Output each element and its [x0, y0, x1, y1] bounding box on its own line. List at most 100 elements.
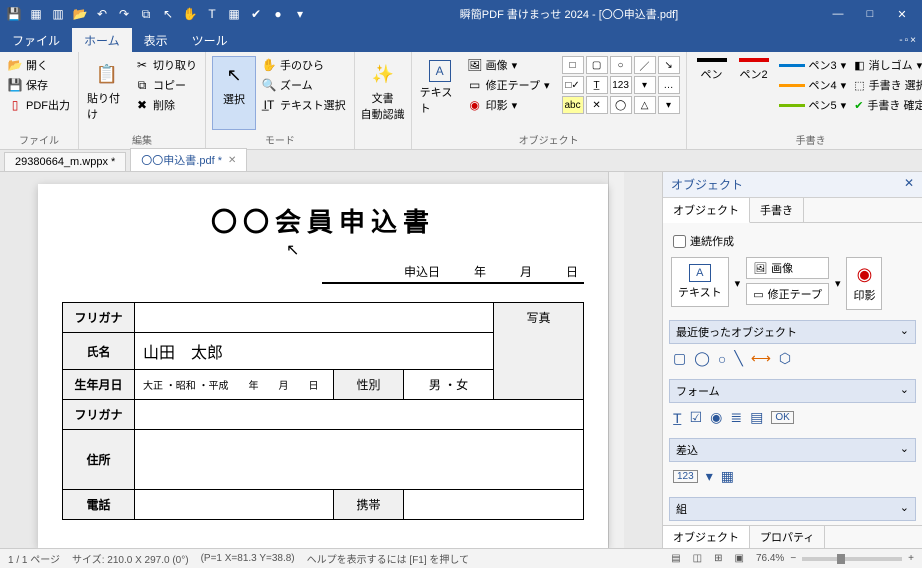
- merge-field-button[interactable]: 123: [673, 470, 698, 483]
- qat-undo-icon[interactable]: ↶: [94, 6, 110, 22]
- hand-select-button[interactable]: ⬚手書き 選択: [852, 76, 922, 94]
- dropdown-icon[interactable]: ▾: [917, 59, 922, 72]
- qat-redo-icon[interactable]: ↷: [116, 6, 132, 22]
- shape-check-button[interactable]: □✓: [562, 76, 584, 94]
- shape-line-button[interactable]: ／: [634, 56, 656, 74]
- qat-image-icon[interactable]: ▦: [226, 6, 242, 22]
- form-list-button[interactable]: ≣: [730, 409, 742, 426]
- pen2-button[interactable]: ペン2: [735, 56, 773, 130]
- delete-button[interactable]: ✖削除: [133, 96, 199, 114]
- gender-cell[interactable]: 男 ・女: [404, 370, 494, 400]
- doc-tab-2[interactable]: 〇〇申込書.pdf *✕: [130, 148, 247, 171]
- text-select-button[interactable]: I̲Tテキスト選択: [260, 96, 348, 114]
- shape-arrow-button[interactable]: ↘: [658, 56, 680, 74]
- furigana-cell[interactable]: [135, 303, 494, 333]
- menu-tool[interactable]: ツール: [180, 28, 240, 53]
- dropdown-icon[interactable]: ▾: [841, 59, 847, 72]
- dropdown-icon[interactable]: ▾: [512, 59, 518, 72]
- qat-arrow-icon[interactable]: ↖: [160, 6, 176, 22]
- dropdown-icon[interactable]: ▾: [544, 79, 550, 92]
- pen1-button[interactable]: ペン: [693, 56, 731, 130]
- pen3-button[interactable]: ペン3▾: [777, 56, 849, 74]
- eraser-button[interactable]: ◧消しゴム▾: [852, 56, 922, 74]
- status-icon-2[interactable]: ◫: [693, 553, 702, 564]
- save-button[interactable]: 💾保存: [6, 76, 72, 94]
- qat-text-icon[interactable]: T: [204, 6, 220, 22]
- address-cell[interactable]: [135, 430, 584, 490]
- cut-button[interactable]: ✂切り取り: [133, 56, 199, 74]
- minimize-button[interactable]: —: [824, 8, 852, 21]
- recent-dim-button[interactable]: ⟷: [751, 350, 771, 367]
- sp-text-button[interactable]: A テキスト: [671, 257, 729, 307]
- qat-new2-icon[interactable]: ▥: [50, 6, 66, 22]
- select-mode-button[interactable]: ↖ 選択: [212, 56, 256, 130]
- open-button[interactable]: 📂開く: [6, 56, 72, 74]
- image-object-button[interactable]: 🖼画像▾: [466, 56, 552, 74]
- bottom-tab-property[interactable]: プロパティ: [750, 526, 825, 548]
- form-text-button[interactable]: T̲: [673, 410, 682, 426]
- qat-copy-icon[interactable]: ⧉: [138, 6, 154, 22]
- status-icon-4[interactable]: ▣: [735, 553, 744, 564]
- continuous-checkbox-input[interactable]: [673, 235, 686, 248]
- panel-close-icon[interactable]: ✕: [904, 176, 914, 193]
- tab-object[interactable]: オブジェクト: [663, 198, 750, 223]
- recent-circle-button[interactable]: ○: [718, 351, 726, 367]
- sp-section-more[interactable]: 組⌄: [669, 497, 916, 521]
- photo-cell[interactable]: 写真: [494, 303, 584, 400]
- zoom-out-button[interactable]: −: [790, 553, 796, 564]
- qat-stamp-icon[interactable]: ●: [270, 6, 286, 22]
- form-ok-button[interactable]: OK: [771, 411, 793, 424]
- name-cell[interactable]: 山田 太郎: [135, 333, 494, 370]
- zoom-in-button[interactable]: +: [908, 553, 914, 564]
- recent-ellipse-button[interactable]: ◯: [694, 350, 710, 367]
- continuous-checkbox[interactable]: 連続作成: [669, 229, 916, 253]
- qat-more-icon[interactable]: ▾: [292, 6, 308, 22]
- merge-table-button[interactable]: ▦: [721, 468, 734, 485]
- doc-tab-1[interactable]: 29380664_m.wppx *: [4, 152, 126, 171]
- sp-section-recent[interactable]: 最近使ったオブジェクト⌄: [669, 320, 916, 344]
- recent-line-button[interactable]: ╲: [734, 350, 742, 367]
- vertical-scrollbar[interactable]: [608, 172, 624, 548]
- shape-roundrect-button[interactable]: ▢: [586, 56, 608, 74]
- shape-textfield-button[interactable]: T̲: [586, 76, 608, 94]
- shape-dropdown-button[interactable]: ▾: [634, 76, 656, 94]
- pen4-button[interactable]: ペン4▾: [777, 76, 849, 94]
- copy-button[interactable]: ⧉コピー: [133, 76, 199, 94]
- form-check-button[interactable]: ☑: [690, 409, 703, 426]
- recent-poly-button[interactable]: ⬡: [779, 350, 791, 367]
- hand-confirm-button[interactable]: ✔手書き 確定: [852, 96, 922, 114]
- mdi-minimize-icon[interactable]: -: [899, 35, 902, 46]
- bottom-tab-object[interactable]: オブジェクト: [663, 526, 750, 548]
- shape-circle-button[interactable]: ◯: [610, 96, 632, 114]
- zoom-slider-thumb[interactable]: [837, 554, 845, 564]
- pdf-export-button[interactable]: ▯PDF出力: [6, 96, 72, 114]
- menu-view[interactable]: 表示: [132, 28, 180, 53]
- tab-handwrite[interactable]: 手書き: [750, 198, 804, 222]
- dropdown-icon[interactable]: ▾: [841, 99, 847, 112]
- mobile-cell[interactable]: [404, 490, 584, 520]
- addr-furigana-cell[interactable]: [135, 400, 584, 430]
- dropdown-icon[interactable]: ▾: [512, 99, 518, 112]
- auto-recognize-button[interactable]: ✨ 文書 自動認識: [361, 56, 405, 134]
- hand-mode-button[interactable]: ✋手のひら: [260, 56, 348, 74]
- dropdown-icon[interactable]: ▾: [706, 468, 713, 485]
- stamp-object-button[interactable]: ◉印影▾: [466, 96, 552, 114]
- status-icon-3[interactable]: ⊞: [714, 553, 722, 564]
- phone-cell[interactable]: [135, 490, 334, 520]
- menu-file[interactable]: ファイル: [0, 28, 72, 53]
- paste-button[interactable]: 📋 貼り付け: [85, 56, 129, 130]
- tape-object-button[interactable]: ▭修正テープ▾: [466, 76, 552, 94]
- qat-save-icon[interactable]: 💾: [6, 6, 22, 22]
- qat-open-icon[interactable]: 📂: [72, 6, 88, 22]
- shape-ellipse-button[interactable]: ○: [610, 56, 632, 74]
- recent-roundrect-button[interactable]: ▢: [673, 350, 686, 367]
- maximize-button[interactable]: □: [856, 8, 884, 21]
- qat-new-icon[interactable]: ▦: [28, 6, 44, 22]
- zoom-slider[interactable]: [802, 557, 902, 561]
- mdi-restore-icon[interactable]: ▫: [905, 35, 909, 46]
- close-tab-icon[interactable]: ✕: [228, 155, 236, 166]
- canvas-area[interactable]: 〇〇会員申込書 ↖ 申込日 年 月 日 フリガナ 写真 氏名 山田 太郎: [0, 172, 662, 548]
- qat-hand-icon[interactable]: ✋: [182, 6, 198, 22]
- sp-tape-button[interactable]: ▭修正テープ: [746, 283, 829, 305]
- pen5-button[interactable]: ペン5▾: [777, 96, 849, 114]
